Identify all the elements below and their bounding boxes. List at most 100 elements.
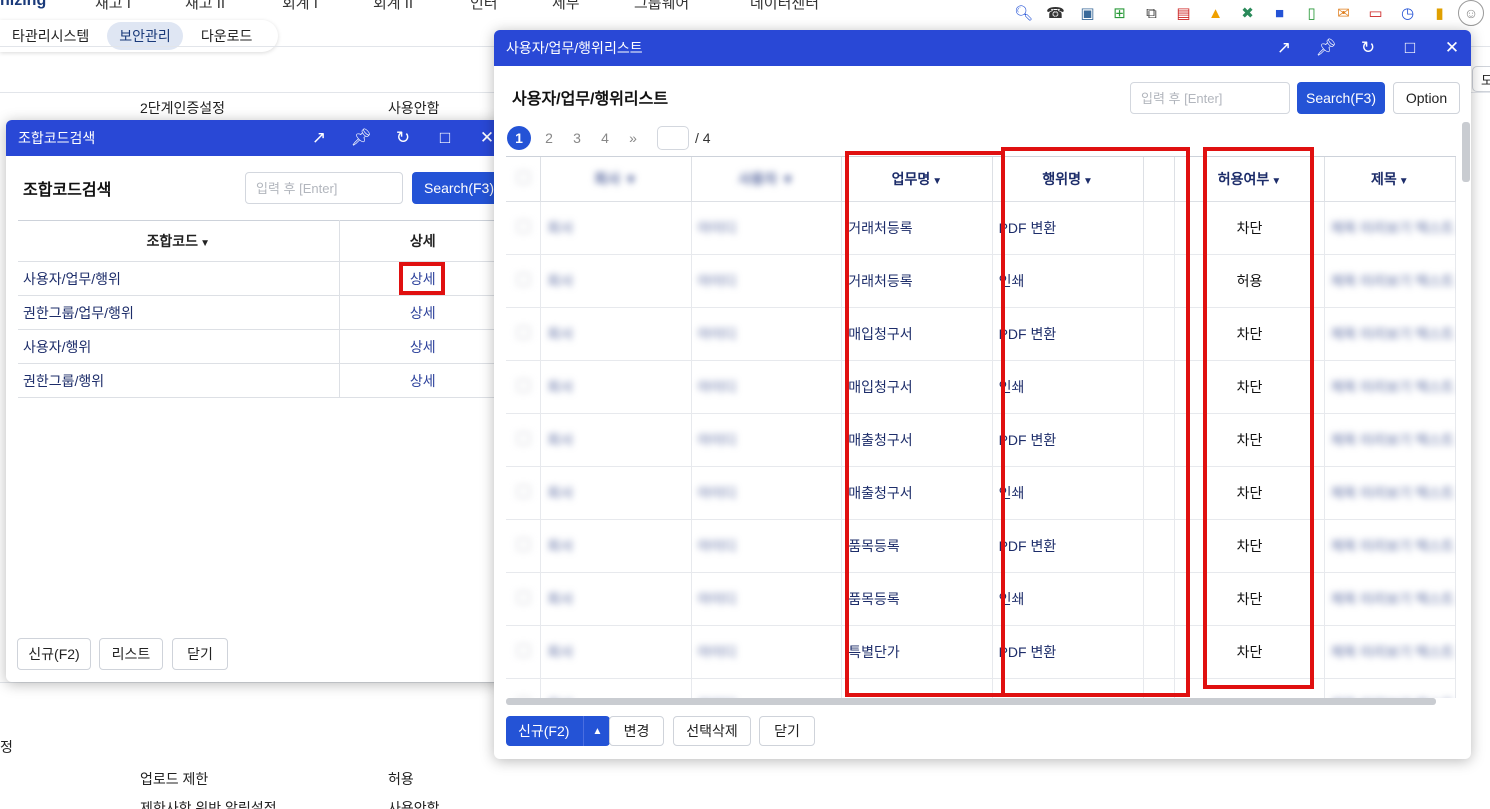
close-icon[interactable]: ✕ bbox=[1441, 38, 1463, 58]
caret-up-icon[interactable]: ▲ bbox=[583, 716, 611, 746]
action-cell: PDF 변환 bbox=[992, 519, 1144, 573]
remote-icon[interactable]: ▣ bbox=[1074, 1, 1101, 25]
row-checkbox[interactable] bbox=[516, 272, 530, 286]
spacer-cell bbox=[1143, 678, 1176, 698]
menu-item[interactable]: 재고 II bbox=[185, 0, 225, 13]
title-cell: 제목 미리보기 텍스트 bbox=[1324, 307, 1456, 361]
new-button[interactable]: 신규(F2) bbox=[506, 716, 584, 746]
action-cell: 인쇄 bbox=[992, 360, 1144, 414]
row-checkbox[interactable] bbox=[516, 643, 530, 657]
row-checkbox[interactable] bbox=[516, 537, 530, 551]
table-row[interactable]: 회사 아이디 거래처등록 인쇄 허용 제목 미리보기 텍스트 bbox=[506, 254, 1456, 308]
mail-icon[interactable]: ✉ bbox=[1330, 1, 1357, 25]
open-new-window-icon[interactable]: ↗ bbox=[1273, 38, 1295, 58]
menu-item[interactable]: 인터 bbox=[470, 0, 498, 13]
table-row[interactable]: 회사 아이디 매출청구서 PDF 변환 차단 제목 미리보기 텍스트 bbox=[506, 413, 1456, 467]
row-checkbox[interactable] bbox=[516, 431, 530, 445]
tools-icon[interactable]: ✖ bbox=[1234, 1, 1261, 25]
link-icon[interactable]: ⧉ bbox=[1138, 1, 1165, 25]
allow-cell-text: 차단 bbox=[1236, 219, 1263, 236]
monitor-icon[interactable]: ▭ bbox=[1362, 1, 1389, 25]
close-button[interactable]: 닫기 bbox=[759, 716, 815, 746]
user-icon[interactable]: ☺ bbox=[1458, 0, 1484, 26]
title-cell-text: 제목 미리보기 텍스트 bbox=[1330, 484, 1455, 501]
column-header-user[interactable]: 사용자 ▼ bbox=[691, 157, 843, 202]
table-row[interactable]: 회사 아이디 매입청구서 인쇄 차단 제목 미리보기 텍스트 bbox=[506, 360, 1456, 414]
select-cell bbox=[506, 360, 542, 414]
option-button[interactable]: Option bbox=[1393, 82, 1460, 114]
page-number-input[interactable] bbox=[657, 126, 689, 150]
add-screen-icon[interactable]: ⊞ bbox=[1106, 1, 1133, 25]
delete-selected-button[interactable]: 선택삭제 bbox=[673, 716, 751, 746]
action-cell-text: 인쇄 bbox=[998, 378, 1025, 395]
menu-item[interactable]: 회계 II bbox=[373, 0, 413, 13]
pin-icon[interactable]: 📌︎ bbox=[350, 128, 372, 148]
allow-cell-text: 차단 bbox=[1236, 325, 1263, 342]
row-checkbox[interactable] bbox=[516, 378, 530, 392]
row-checkbox[interactable] bbox=[516, 590, 530, 604]
search-icon[interactable]: 🔍︎ bbox=[1010, 1, 1037, 25]
list-button[interactable]: 리스트 bbox=[99, 638, 163, 670]
detail-link[interactable]: 상세 bbox=[410, 271, 436, 287]
book-icon[interactable]: ▮ bbox=[1426, 1, 1453, 25]
open-new-window-icon[interactable]: ↗ bbox=[308, 128, 330, 148]
user-cell-text: 아이디 bbox=[697, 590, 737, 607]
detail-link[interactable]: 상세 bbox=[410, 373, 436, 389]
task-cell: 매입청구서 bbox=[841, 360, 993, 414]
edge-button[interactable]: 도 bbox=[1472, 66, 1490, 92]
page-button-current[interactable]: 1 bbox=[507, 126, 531, 150]
column-header-allow[interactable]: 허용여부 ▼ bbox=[1174, 157, 1325, 202]
maximize-icon[interactable]: □ bbox=[434, 128, 456, 148]
search-button[interactable]: Search(F3) bbox=[1297, 82, 1385, 114]
detail-link[interactable]: 상세 bbox=[410, 339, 436, 355]
column-header-code[interactable]: 조합코드 ▼ bbox=[18, 220, 340, 262]
pin-icon[interactable]: 📌︎ bbox=[1315, 38, 1337, 58]
headset-icon[interactable]: ☎ bbox=[1042, 1, 1069, 25]
setting-value: 사용안함 bbox=[388, 800, 440, 809]
calendar-icon[interactable]: ▤ bbox=[1170, 1, 1197, 25]
mobile-message-icon[interactable]: ▯ bbox=[1298, 1, 1325, 25]
refresh-icon[interactable]: ↻ bbox=[392, 128, 414, 148]
table-row[interactable]: 회사 아이디 특별단가 PDF 변환 차단 제목 미리보기 텍스트 bbox=[506, 625, 1456, 679]
row-checkbox[interactable] bbox=[516, 219, 530, 233]
clock-icon[interactable]: ◷ bbox=[1394, 1, 1421, 25]
table-row[interactable]: 회사아이디특별단가인쇄 차단제목 미리보기 텍스트 bbox=[506, 678, 1456, 698]
menu-item[interactable]: 그룹웨어 bbox=[634, 0, 689, 13]
table-row[interactable]: 회사 아이디 매출청구서 인쇄 차단 제목 미리보기 텍스트 bbox=[506, 466, 1456, 520]
maximize-icon[interactable]: □ bbox=[1399, 38, 1421, 58]
vertical-scrollbar[interactable] bbox=[1462, 122, 1470, 182]
column-header-company[interactable]: 회사 ▼ bbox=[540, 157, 692, 202]
next-page-icon[interactable]: » bbox=[619, 130, 647, 146]
row-checkbox[interactable] bbox=[516, 325, 530, 339]
horizontal-scrollbar[interactable] bbox=[506, 698, 1436, 705]
menu-item[interactable]: 데이터센터 bbox=[750, 0, 819, 13]
search-button[interactable]: Search(F3) bbox=[412, 172, 506, 204]
chat-icon[interactable]: ■ bbox=[1266, 1, 1293, 25]
search-input[interactable] bbox=[245, 172, 403, 204]
bell-icon[interactable]: ▲ bbox=[1202, 1, 1229, 25]
change-button[interactable]: 변경 bbox=[609, 716, 664, 746]
row-checkbox[interactable] bbox=[516, 484, 530, 498]
close-button[interactable]: 닫기 bbox=[172, 638, 228, 670]
table-row[interactable]: 회사 아이디 품목등록 PDF 변환 차단 제목 미리보기 텍스트 bbox=[506, 519, 1456, 573]
menu-item[interactable]: 세무 bbox=[552, 0, 580, 13]
menu-item[interactable]: 회계 I bbox=[282, 0, 318, 13]
menu-item[interactable]: 재고 I bbox=[95, 0, 131, 13]
page-button[interactable]: 4 bbox=[591, 130, 619, 146]
refresh-icon[interactable]: ↻ bbox=[1357, 38, 1379, 58]
new-button[interactable]: 신규(F2) bbox=[17, 638, 91, 670]
detail-link[interactable]: 상세 bbox=[410, 305, 436, 321]
select-cell bbox=[506, 307, 542, 361]
table-row[interactable]: 회사 아이디 거래처등록 PDF 변환 차단 제목 미리보기 텍스트 bbox=[506, 201, 1456, 255]
page-button[interactable]: 3 bbox=[563, 130, 591, 146]
table-row[interactable]: 회사 아이디 매입청구서 PDF 변환 차단 제목 미리보기 텍스트 bbox=[506, 307, 1456, 361]
column-header-action[interactable]: 행위명 ▼ bbox=[992, 157, 1144, 202]
select-all-checkbox[interactable] bbox=[516, 170, 530, 184]
page-button[interactable]: 2 bbox=[535, 130, 563, 146]
title-cell-text: 제목 미리보기 텍스트 bbox=[1330, 590, 1455, 607]
search-input[interactable] bbox=[1130, 82, 1290, 114]
company-cell: 회사 bbox=[540, 625, 692, 679]
column-header-title[interactable]: 제목 ▼ bbox=[1324, 157, 1456, 202]
table-row[interactable]: 회사 아이디 품목등록 인쇄 차단 제목 미리보기 텍스트 bbox=[506, 572, 1456, 626]
column-header-task[interactable]: 업무명 ▼ bbox=[841, 157, 993, 202]
